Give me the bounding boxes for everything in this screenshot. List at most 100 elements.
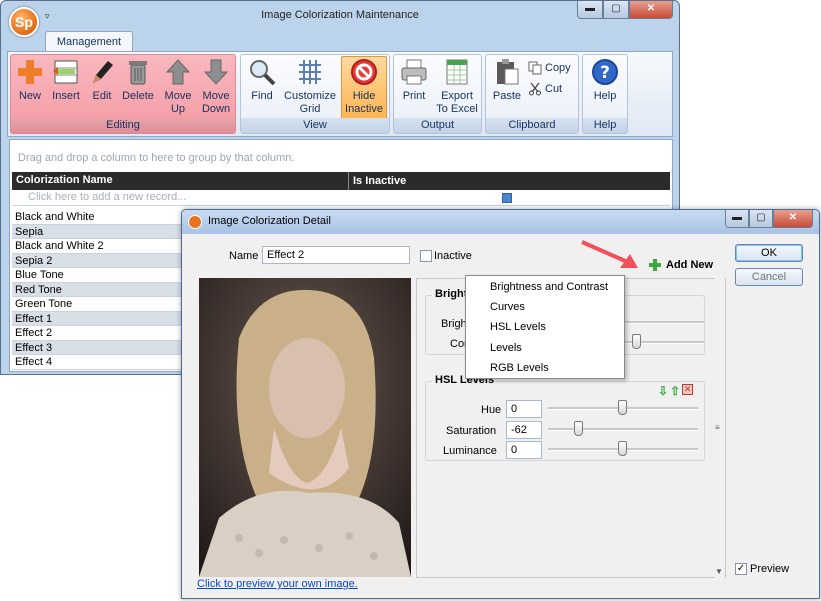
hue-label: Hue — [481, 404, 502, 416]
name-input[interactable]: Effect 2 — [262, 246, 410, 264]
preview-own-image-link[interactable]: Click to preview your own image. — [197, 578, 358, 590]
hide-inactive-button[interactable]: Hide Inactive — [341, 56, 387, 120]
group-help: ? Help Help — [582, 54, 628, 134]
menu-item-levels[interactable]: Levels — [490, 342, 522, 354]
detail-maximize-button[interactable]: ▢ — [749, 210, 773, 228]
group-label-editing: Editing — [11, 118, 235, 133]
luminance-slider-thumb[interactable] — [618, 441, 627, 456]
ok-button[interactable]: OK — [735, 244, 803, 262]
detail-title-bar: Image Colorization Detail ▬ ▢ ✕ — [182, 210, 819, 234]
saturation-slider-thumb[interactable] — [574, 421, 583, 436]
inactive-checkbox[interactable] — [420, 250, 432, 262]
group-by-panel[interactable]: Drag and drop a column to here to group … — [18, 152, 294, 164]
preview-label: Preview — [750, 563, 790, 575]
move-down-green-icon[interactable]: ⇩ — [658, 384, 668, 398]
hue-input[interactable]: 0 — [506, 400, 542, 418]
plus-icon — [18, 60, 42, 84]
edit-button[interactable]: Edit — [87, 57, 117, 103]
table-row[interactable]: Effect 3 — [12, 340, 182, 355]
cut-button[interactable]: Cut — [528, 82, 562, 96]
table-row[interactable]: Black and White — [12, 210, 182, 225]
new-record-row[interactable]: Click here to add a new record... — [12, 190, 670, 206]
group-clipboard: Paste Copy Cut Clipboard — [485, 54, 579, 134]
ribbon-tabs: Management — [1, 29, 679, 52]
portrait-photo — [199, 278, 411, 577]
print-button[interactable]: Print — [397, 57, 431, 103]
cancel-button[interactable]: Cancel — [735, 268, 803, 286]
add-new-button[interactable]: Add New — [648, 258, 713, 272]
group-output: Print Export To Excel Output — [393, 54, 482, 134]
preview-checkbox[interactable]: ✓ — [735, 563, 747, 575]
new-button[interactable]: New — [14, 57, 46, 103]
scroll-down-icon[interactable]: ▼ — [715, 567, 723, 576]
column-header-inactive[interactable]: Is Inactive — [348, 172, 406, 190]
column-header-name[interactable]: Colorization Name — [16, 174, 113, 186]
app-small-icon — [188, 215, 202, 229]
pencil-icon — [93, 61, 113, 83]
green-plus-icon — [649, 259, 661, 271]
hue-slider-thumb[interactable] — [618, 400, 627, 415]
inactive-label: Inactive — [434, 250, 472, 262]
inactive-checkbox[interactable] — [502, 193, 512, 203]
move-up-button[interactable]: Move Up — [161, 57, 195, 116]
grid-icon — [299, 60, 321, 84]
group-label-help: Help — [583, 118, 627, 133]
table-row[interactable]: Effect 2 — [12, 326, 182, 341]
grid-rows: Black and White Sepia Black and White 2 … — [12, 210, 182, 370]
table-row[interactable]: Green Tone — [12, 297, 182, 312]
effects-scrollbar[interactable]: ≡ ▼ — [715, 278, 725, 578]
move-up-green-icon[interactable]: ⇧ — [670, 384, 680, 398]
trash-icon — [129, 61, 147, 85]
hsl-levels-group: HSL Levels ⇩ ⇧ ✕ Hue 0 Saturation -62 Lu… — [425, 374, 705, 461]
menu-item-curves[interactable]: Curves — [490, 301, 525, 313]
title-bar: Sp ▿ Image Colorization Maintenance ▬ ▢ … — [1, 1, 679, 37]
grid-header: Colorization Name Is Inactive — [12, 172, 670, 190]
menu-item-brightness-contrast[interactable]: Brightness and Contrast — [490, 281, 608, 293]
saturation-input[interactable]: -62 — [506, 421, 542, 439]
detail-window: Image Colorization Detail ▬ ▢ ✕ Name Eff… — [181, 209, 820, 599]
table-row[interactable]: Black and White 2 — [12, 239, 182, 254]
detail-close-button[interactable]: ✕ — [773, 210, 813, 228]
remove-icon[interactable]: ✕ — [682, 384, 694, 395]
luminance-input[interactable]: 0 — [506, 441, 542, 459]
menu-item-hsl-levels[interactable]: HSL Levels — [490, 321, 546, 333]
close-button[interactable]: ✕ — [629, 1, 673, 19]
arrow-down-icon — [203, 59, 229, 85]
table-row[interactable]: Sepia 2 — [12, 253, 182, 268]
table-row[interactable]: Blue Tone — [12, 268, 182, 283]
maximize-button[interactable]: ▢ — [603, 1, 629, 19]
name-label: Name — [229, 250, 259, 262]
help-button[interactable]: ? Help — [587, 57, 623, 103]
move-down-button[interactable]: Move Down — [199, 57, 233, 116]
saturation-slider-track — [548, 428, 698, 431]
copy-icon — [528, 61, 542, 75]
copy-button[interactable]: Copy — [528, 61, 571, 75]
table-row[interactable]: Effect 4 — [12, 355, 182, 370]
menu-item-rgb-levels[interactable]: RGB Levels — [490, 362, 549, 374]
insert-button[interactable]: Insert — [49, 57, 83, 103]
export-excel-button[interactable]: Export To Excel — [434, 57, 480, 116]
spreadsheet-icon — [446, 59, 468, 85]
table-row[interactable]: Effect 1 — [12, 311, 182, 326]
group-editing: New Insert Edit Delete Move Up Move Down… — [10, 54, 236, 134]
window-controls: ▬ ▢ ✕ — [577, 1, 673, 19]
table-row[interactable]: Sepia — [12, 224, 182, 239]
magnifier-icon — [250, 60, 276, 86]
paste-button[interactable]: Paste — [490, 57, 524, 103]
detail-window-controls: ▬ ▢ ✕ — [725, 210, 813, 228]
minimize-button[interactable]: ▬ — [577, 1, 603, 19]
detail-title: Image Colorization Detail — [208, 215, 331, 227]
app-logo[interactable]: Sp — [9, 7, 39, 37]
group-label-view: View — [241, 118, 389, 133]
group-label-clipboard: Clipboard — [486, 118, 578, 133]
ribbon: New Insert Edit Delete Move Up Move Down… — [7, 51, 673, 137]
detail-minimize-button[interactable]: ▬ — [725, 210, 749, 228]
find-button[interactable]: Find — [245, 57, 279, 103]
contrast-slider-thumb[interactable] — [632, 334, 641, 349]
tab-management[interactable]: Management — [45, 31, 133, 52]
hsl-toolbar: ⇩ ⇧ ✕ — [658, 384, 694, 398]
scissors-icon — [529, 82, 541, 96]
table-row[interactable]: Red Tone — [12, 282, 182, 297]
delete-button[interactable]: Delete — [121, 57, 155, 103]
customize-grid-button[interactable]: Customize Grid — [283, 57, 337, 116]
